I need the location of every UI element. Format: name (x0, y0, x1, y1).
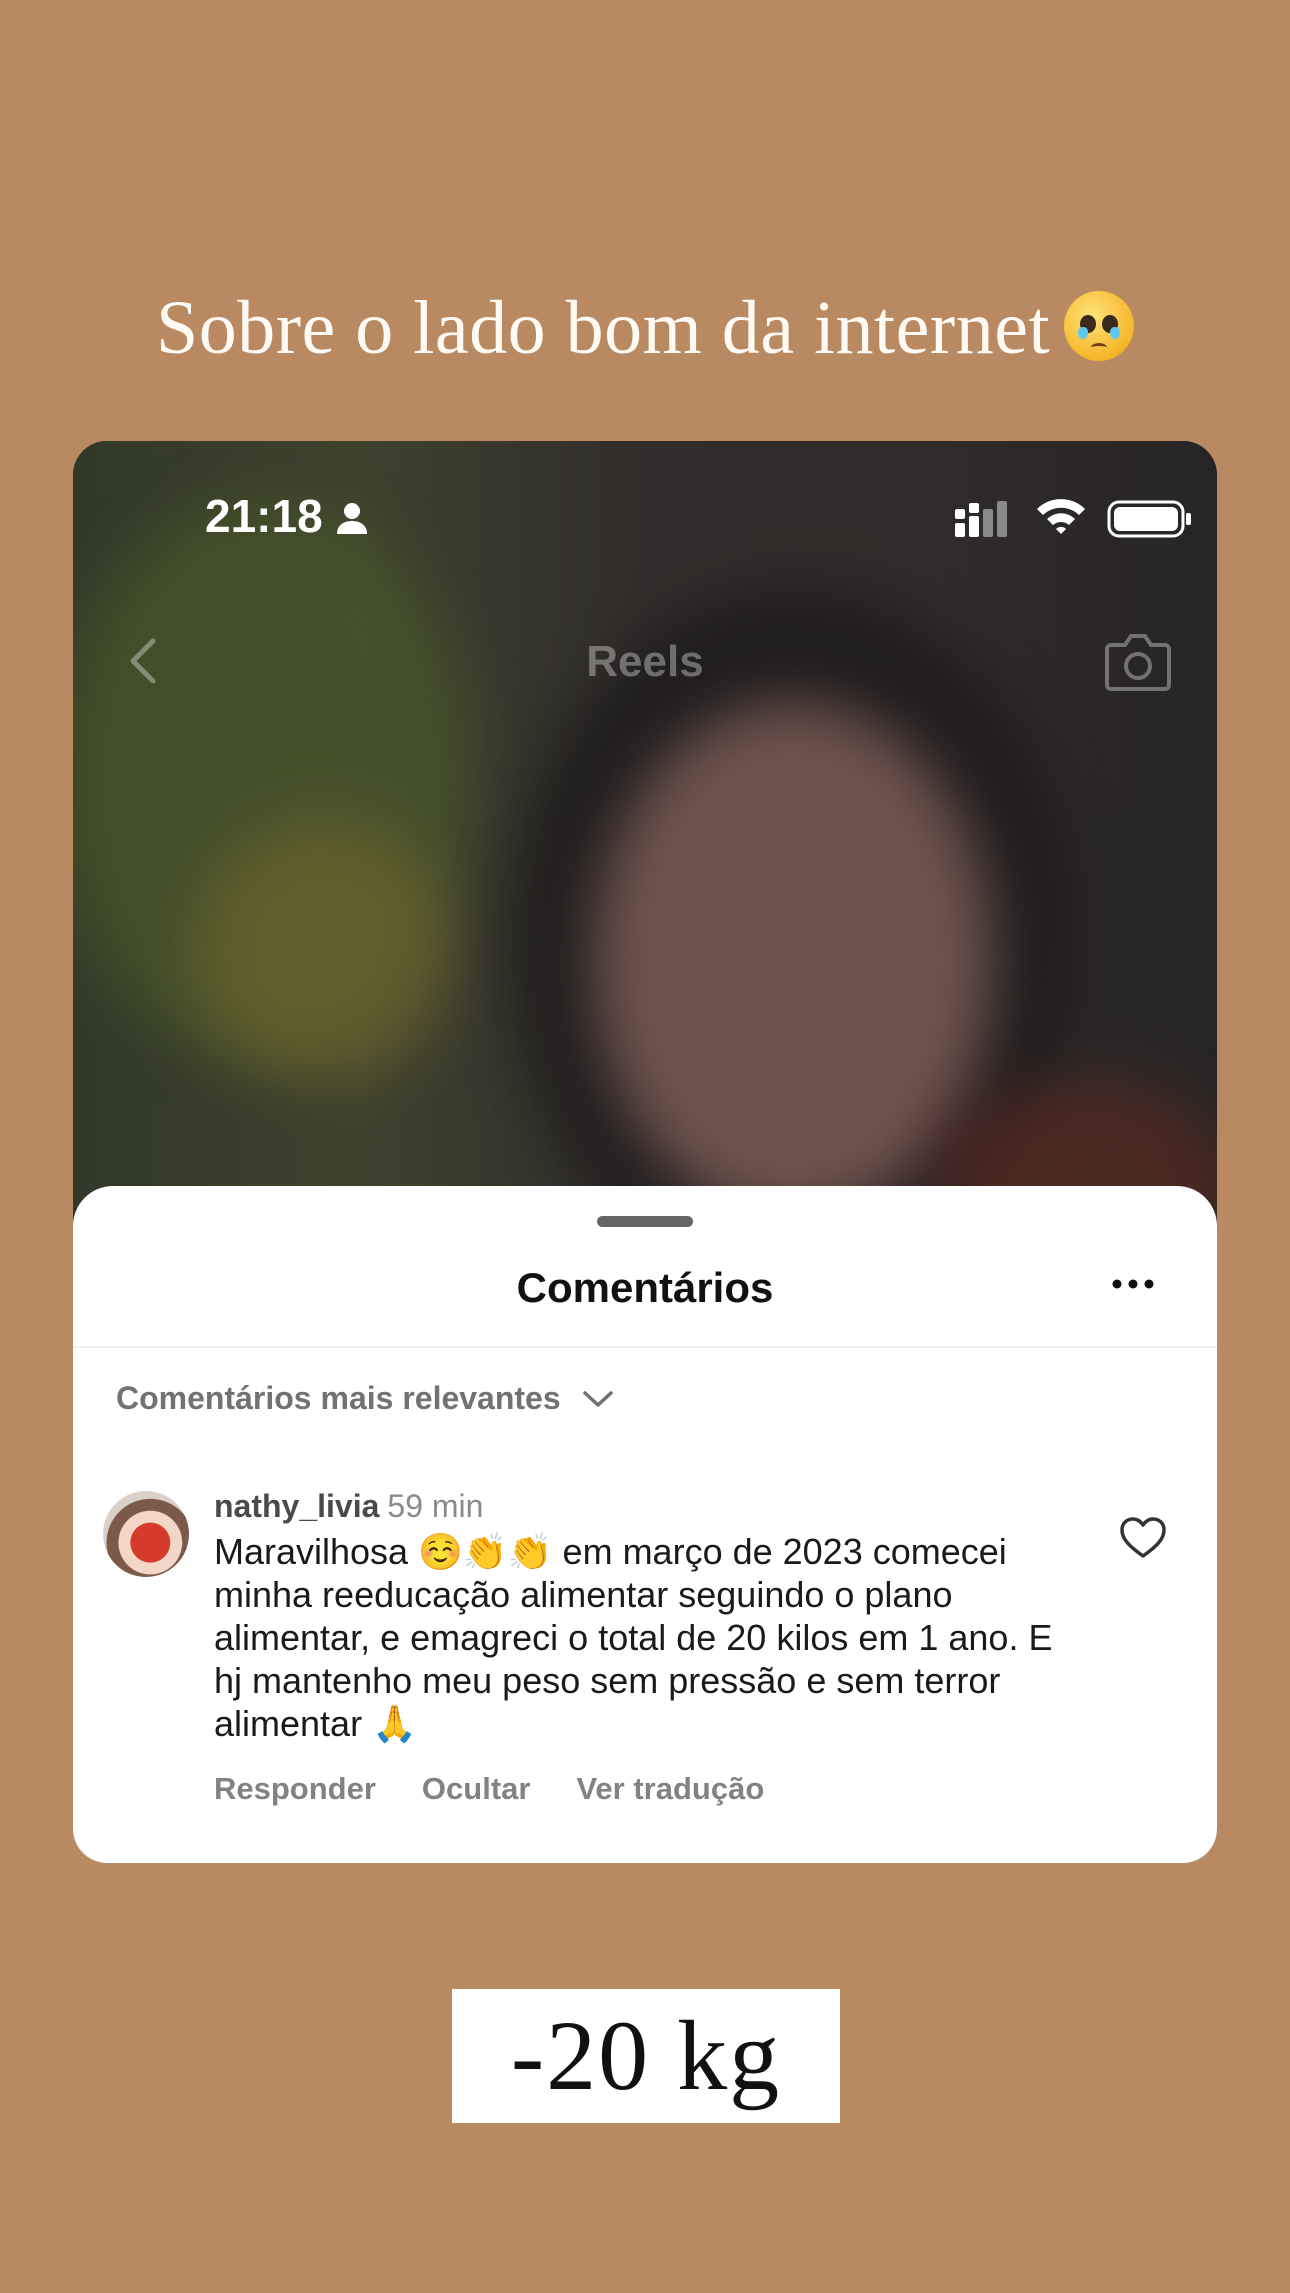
reel-video-background (73, 441, 1217, 1231)
battery-icon (1107, 500, 1191, 538)
story-title: Sobre o lado bom da internet (0, 285, 1290, 372)
comments-sheet: Comentários Comentários mais relevantes … (73, 1186, 1217, 1863)
weight-loss-text: -20 kg (510, 2000, 782, 2111)
comment-username[interactable]: nathy_livia (214, 1488, 379, 1524)
person-icon (337, 503, 367, 534)
reels-title: Reels (586, 637, 704, 686)
screenshot-card: 21:18 Reels Comentários Comentários mais… (73, 441, 1217, 1863)
comment-header: nathy_livia 59 min (214, 1488, 483, 1525)
comment-text: Maravilhosa ☺️👏👏 em março de 2023 comece… (214, 1531, 1053, 1744)
comments-title: Comentários (516, 1264, 774, 1311)
wifi-icon (1037, 499, 1085, 534)
weight-loss-sticker: -20 kg (452, 1989, 840, 2123)
camera-icon[interactable] (1103, 629, 1173, 693)
pleading-face-emoji-icon (1064, 291, 1135, 361)
chevron-down-icon (582, 1390, 613, 1407)
cellular-signal-icon (955, 501, 1007, 537)
header-divider (73, 1346, 1217, 1348)
status-time: 21:18 (205, 490, 323, 542)
more-options-icon[interactable] (1109, 1274, 1157, 1294)
sort-label: Comentários mais relevantes (116, 1380, 561, 1416)
story-title-text: Sobre o lado bom da internet (155, 286, 1051, 370)
hide-button[interactable]: Ocultar (422, 1771, 531, 1807)
comment-time: 59 min (387, 1488, 484, 1524)
heart-icon[interactable] (1119, 1516, 1167, 1560)
avatar[interactable] (103, 1491, 189, 1577)
reply-button[interactable]: Responder (214, 1771, 376, 1807)
comment-actions: Responder Ocultar Ver tradução (214, 1771, 764, 1807)
translate-button[interactable]: Ver tradução (576, 1771, 764, 1807)
sort-dropdown[interactable]: Comentários mais relevantes (116, 1380, 615, 1417)
sheet-grabber-handle[interactable] (597, 1216, 693, 1227)
